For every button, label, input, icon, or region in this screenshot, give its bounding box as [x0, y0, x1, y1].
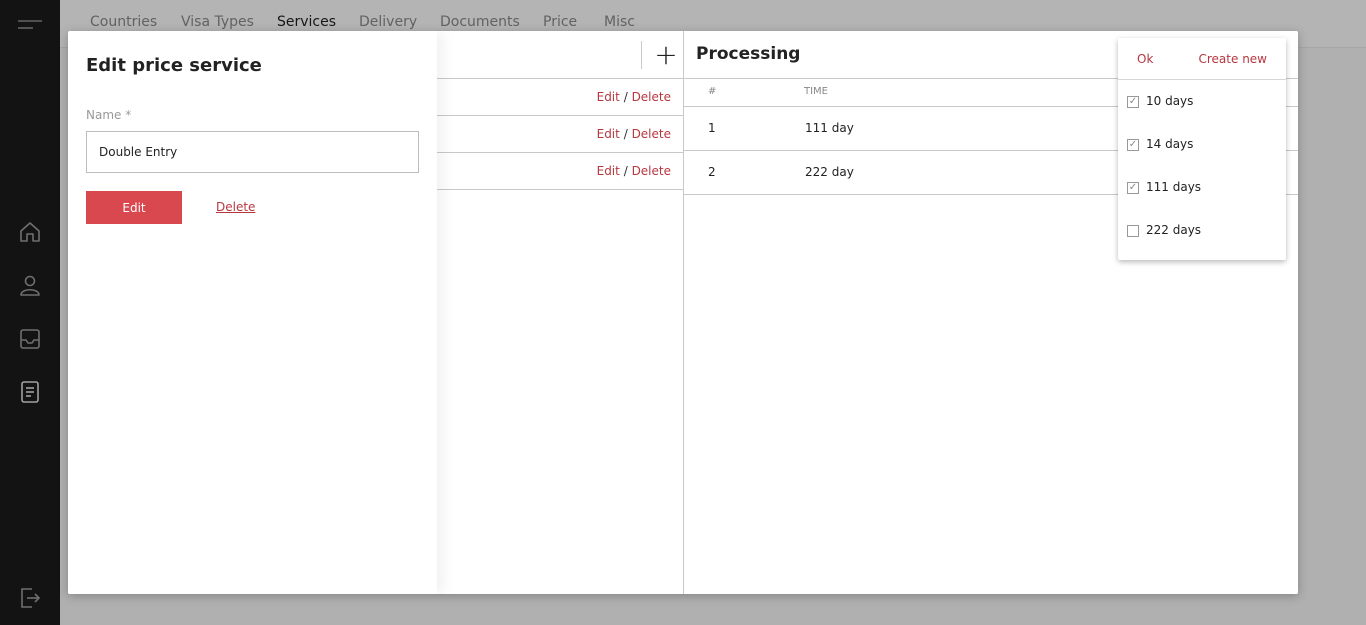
create-new-button[interactable]: Create new [1199, 52, 1268, 66]
option-label: 14 days [1146, 137, 1194, 151]
dropdown-option[interactable]: 222 days [1127, 219, 1277, 243]
ok-button[interactable]: Ok [1137, 52, 1153, 66]
option-label: 111 days [1146, 180, 1202, 194]
list-header: + [437, 31, 683, 79]
row-actions: Edit / Delete [597, 90, 671, 104]
row-number: 2 [708, 165, 716, 179]
edit-link[interactable]: Edit [597, 127, 620, 141]
delete-link[interactable]: Delete [632, 164, 671, 178]
edit-link[interactable]: Edit [597, 164, 620, 178]
delete-link[interactable]: Delete [216, 200, 255, 214]
modal-dialog: + Edit / Delete Edit / Delete Edit / Del… [68, 31, 1298, 594]
checkbox-checked[interactable]: ✓ [1127, 96, 1139, 108]
dropdown-option[interactable]: ✓ 14 days [1127, 133, 1277, 157]
name-input[interactable] [86, 131, 419, 173]
row-actions: Edit / Delete [597, 164, 671, 178]
delete-link[interactable]: Delete [632, 127, 671, 141]
processing-time-dropdown: Ok Create new ✓ 10 days ✓ 14 days ✓ 111 … [1118, 38, 1286, 260]
separator: / [623, 90, 628, 104]
option-label: 222 days [1146, 223, 1202, 237]
list-item: Edit / Delete [437, 79, 683, 116]
delete-link[interactable]: Delete [632, 90, 671, 104]
add-service-button[interactable]: + [651, 41, 681, 69]
edit-price-service-panel: Edit price service Name * Edit Delete [68, 31, 437, 594]
dropdown-option[interactable]: ✓ 10 days [1127, 90, 1277, 114]
row-time: 111 day [805, 121, 854, 135]
separator: / [623, 164, 628, 178]
dropdown-header: Ok Create new [1118, 38, 1286, 80]
dropdown-option[interactable]: ✓ 111 days [1127, 176, 1277, 200]
edit-link[interactable]: Edit [597, 90, 620, 104]
checkbox-unchecked[interactable] [1127, 225, 1139, 237]
row-time: 222 day [805, 165, 854, 179]
panel-title: Edit price service [86, 55, 262, 76]
divider [641, 41, 642, 69]
panel-title: Processing [696, 44, 801, 64]
services-list: + Edit / Delete Edit / Delete Edit / Del… [437, 31, 684, 594]
column-header-time: TIME [804, 86, 829, 97]
option-label: 10 days [1146, 94, 1194, 108]
column-header-number: # [708, 86, 717, 97]
checkbox-checked[interactable]: ✓ [1127, 139, 1139, 151]
checkbox-checked[interactable]: ✓ [1127, 182, 1139, 194]
list-item: Edit / Delete [437, 116, 683, 153]
edit-button[interactable]: Edit [86, 191, 182, 224]
row-number: 1 [708, 121, 716, 135]
list-item: Edit / Delete [437, 153, 683, 190]
separator: / [623, 127, 628, 141]
name-label: Name * [86, 108, 132, 122]
row-actions: Edit / Delete [597, 127, 671, 141]
